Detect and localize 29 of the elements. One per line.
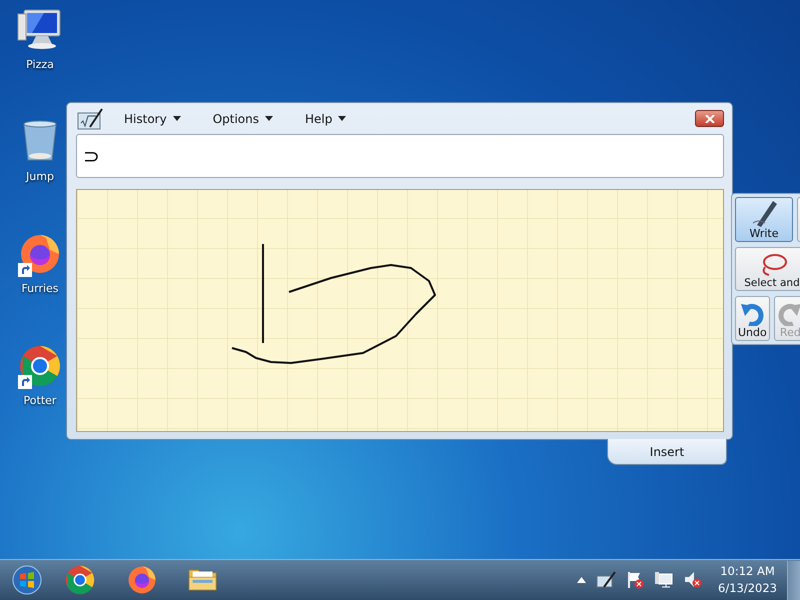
network-icon[interactable] [654, 571, 674, 590]
menu-item[interactable]: History [112, 110, 193, 128]
caret-icon [265, 116, 274, 121]
clock-time: 10:12 AM [720, 563, 775, 580]
desktop-icon-label[interactable]: Furries [19, 282, 61, 295]
clock[interactable]: 10:12 AM 6/13/2023 [712, 563, 783, 598]
desktop-icon-label[interactable]: Jump [24, 170, 56, 183]
clock-date: 6/13/2023 [718, 580, 777, 598]
caret-icon [172, 116, 181, 121]
math-preview: ⊃ [83, 144, 100, 168]
close-button[interactable] [695, 110, 724, 127]
flag-error-icon[interactable] [626, 571, 644, 590]
close-icon [704, 114, 714, 122]
menu-item[interactable]: Options [200, 110, 286, 128]
undo-icon [739, 302, 766, 326]
volume-muted-icon[interactable] [684, 571, 702, 590]
undo-button[interactable]: Undo [735, 296, 770, 341]
write-button[interactable]: Write [735, 197, 793, 242]
menu-item[interactable]: Help [293, 110, 358, 128]
caret-icon [338, 116, 346, 121]
insert-button[interactable]: Insert [607, 439, 727, 465]
math-input-icon[interactable] [596, 571, 616, 590]
app-icon [76, 106, 104, 130]
desktop-icon-label[interactable]: Pizza [24, 58, 56, 71]
windows-logo-icon [12, 565, 42, 596]
redo-icon [777, 302, 800, 326]
show-hidden-icon[interactable] [577, 577, 586, 584]
desktop-icon-label[interactable]: Potter [22, 394, 58, 407]
select-button[interactable]: Select and [735, 247, 800, 291]
